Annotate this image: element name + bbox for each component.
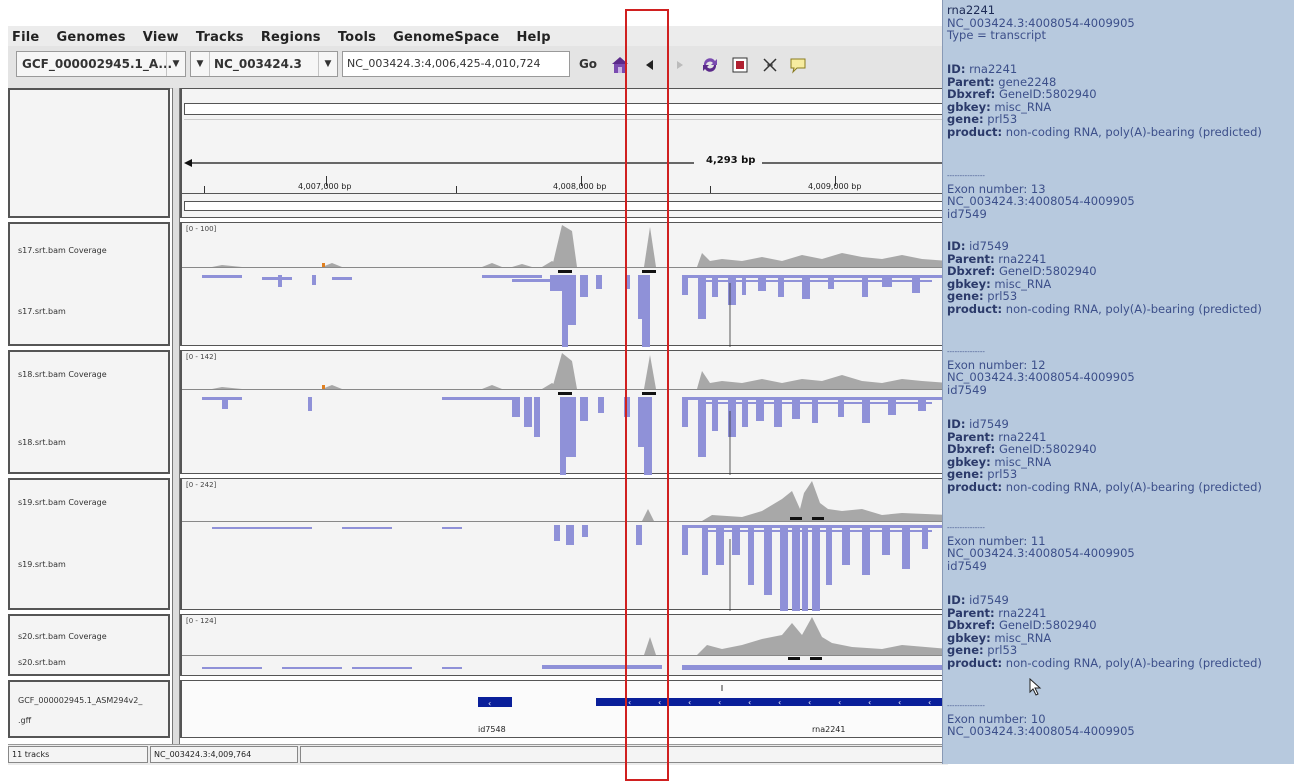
cursor-position: NC_003424.3:4,009,764	[150, 746, 298, 763]
chromosome-ideogram[interactable]	[184, 103, 966, 115]
popup-info-icon[interactable]	[788, 55, 808, 75]
menu-file[interactable]: File	[8, 28, 45, 45]
coverage-and-reads-s20[interactable]	[182, 615, 950, 677]
track-names-s20: s20.srt.bam Coverage s20.srt.bam	[8, 614, 170, 676]
menu-view[interactable]: View	[137, 28, 185, 45]
resize-tracks-icon[interactable]	[760, 55, 780, 75]
svg-text:‹: ‹	[898, 698, 901, 707]
svg-text:‹: ‹	[748, 698, 751, 707]
feature-label-id7548: id7548	[478, 725, 506, 734]
chromosome-value: NC_003424.3	[214, 57, 302, 71]
coverage-and-reads-s18[interactable]	[182, 351, 950, 475]
region-navigator-icon[interactable]	[730, 55, 750, 75]
menu-genomespace[interactable]: GenomeSpace	[387, 28, 505, 45]
chevron-down-icon[interactable]: ▼	[191, 52, 210, 76]
track-label-reads[interactable]: s20.srt.bam	[18, 658, 66, 667]
track-label-coverage[interactable]: s19.srt.bam Coverage	[18, 498, 107, 507]
track-names-s19: s19.srt.bam Coverage s19.srt.bam	[8, 478, 170, 610]
menu-help[interactable]: Help	[510, 28, 556, 45]
status-bar: 11 tracks NC_003424.3:4,009,764	[8, 744, 948, 765]
svg-text:‹: ‹	[688, 698, 691, 707]
feature-popup[interactable]: rna2241 NC_003424.3:4008054-4009905 Type…	[942, 0, 1294, 764]
track-data-s18: [0 - 142]	[180, 350, 950, 475]
svg-text:‹: ‹	[488, 699, 491, 708]
track-label-gff-suffix: .gff	[18, 716, 32, 725]
menu-tools[interactable]: Tools	[332, 28, 382, 45]
svg-text:‹: ‹	[778, 698, 781, 707]
track-data-s20: [0 - 124]	[180, 614, 950, 677]
svg-text:‹: ‹	[838, 698, 841, 707]
svg-text:‹: ‹	[928, 698, 931, 707]
track-label-coverage[interactable]: s20.srt.bam Coverage	[18, 632, 107, 641]
genome-value: GCF_000002945.1_A...	[22, 57, 173, 71]
popup-title: rna2241	[947, 3, 996, 17]
track-label-reads[interactable]: s18.srt.bam	[18, 438, 66, 447]
track-label-coverage[interactable]: s18.srt.bam Coverage	[18, 370, 107, 379]
track-data-s17: [0 - 100]	[180, 222, 950, 347]
svg-text:‹: ‹	[868, 698, 871, 707]
menu-bar: File Genomes View Tracks Regions Tools G…	[8, 26, 948, 46]
ruler-panel: 4,293 bp	[180, 88, 966, 218]
ruler-band	[184, 201, 951, 211]
ruler-label: 4,007,000 bp	[298, 182, 352, 191]
ruler-tick	[710, 186, 711, 193]
svg-text:‹: ‹	[718, 698, 721, 707]
refresh-icon[interactable]	[700, 55, 720, 75]
track-label-reads[interactable]: s19.srt.bam	[18, 560, 66, 569]
panel-divider[interactable]	[172, 88, 180, 744]
chevron-down-icon[interactable]: ▼	[318, 52, 337, 76]
genome-dropdown[interactable]: GCF_000002945.1_A... ▼	[16, 51, 186, 77]
span-label: 4,293 bp	[706, 155, 756, 166]
locus-input[interactable]: NC_003424.3:4,006,425-4,010,724	[342, 51, 570, 77]
forward-arrow-icon[interactable]	[670, 55, 690, 75]
menu-regions[interactable]: Regions	[255, 28, 327, 45]
mouse-cursor-icon	[1029, 678, 1042, 696]
track-label-reads[interactable]: s17.srt.bam	[18, 307, 66, 316]
menu-genomes[interactable]: Genomes	[51, 28, 132, 45]
coverage-and-reads-s17[interactable]	[182, 223, 950, 347]
coverage-and-reads-s19[interactable]	[182, 479, 950, 611]
popup-type: Type = transcript	[947, 28, 1046, 42]
span-arrow	[184, 159, 948, 167]
highlight-box	[625, 9, 669, 781]
ruler-label: 4,008,000 bp	[553, 182, 607, 191]
ruler-tick	[204, 186, 205, 193]
track-names-s18: s18.srt.bam Coverage s18.srt.bam	[8, 350, 170, 474]
ruler-label: 4,009,000 bp	[808, 182, 862, 191]
go-button[interactable]: Go	[574, 51, 602, 77]
svg-text:‹: ‹	[808, 698, 811, 707]
chevron-down-icon[interactable]: ▼	[166, 52, 185, 76]
track-data-s19: [0 - 242]	[180, 478, 950, 611]
chromosome-dropdown[interactable]: ▼ NC_003424.3 ▼	[190, 51, 338, 77]
ruler-tick	[456, 186, 457, 193]
track-label-gff[interactable]: GCF_000002945.1_ASM294v2_	[18, 696, 142, 705]
ruler-name-panel	[8, 88, 170, 218]
menu-tracks[interactable]: Tracks	[190, 28, 250, 45]
toolbar: GCF_000002945.1_A... ▼ ▼ NC_003424.3 ▼ N…	[8, 46, 948, 89]
feature-label-rna2241: rna2241	[812, 725, 846, 734]
track-data-gff: ‹ ‹ ‹ ‹ ‹ ‹ ‹ ‹ ‹ ‹ ‹ ‹ id7548 rna2241	[180, 680, 950, 738]
track-names-gff: GCF_000002945.1_ASM294v2_ .gff	[8, 680, 170, 738]
track-names-s17: s17.srt.bam Coverage s17.srt.bam	[8, 222, 170, 346]
status-message	[300, 746, 948, 763]
track-label-coverage[interactable]: s17.srt.bam Coverage	[18, 246, 107, 255]
track-count: 11 tracks	[8, 746, 148, 763]
